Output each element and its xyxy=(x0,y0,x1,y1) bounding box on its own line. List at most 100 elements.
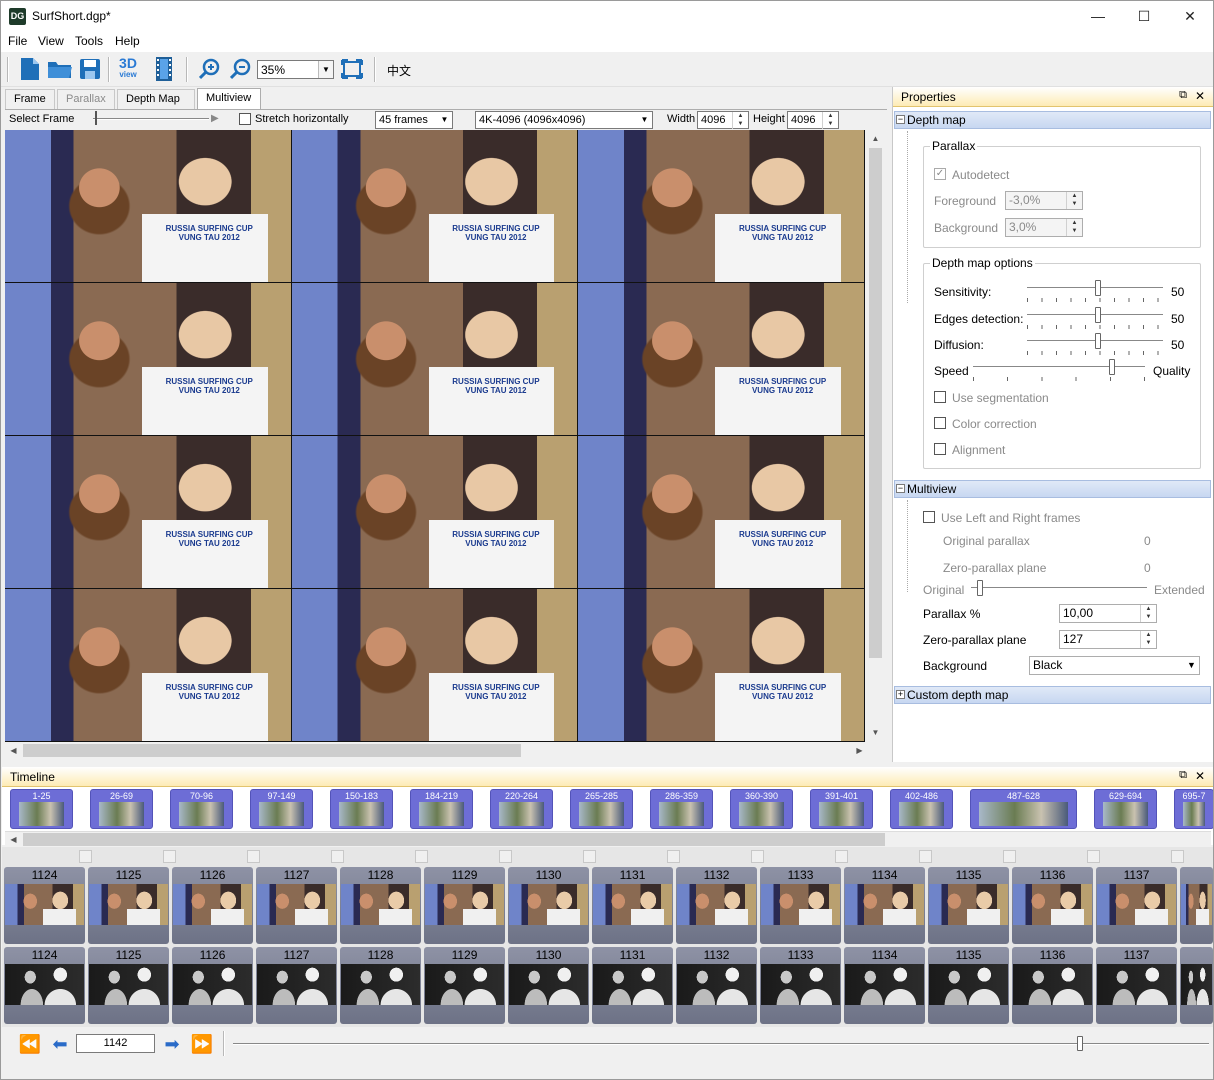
bg-select[interactable]: Black ▼ xyxy=(1029,656,1200,675)
frame-thumb-partial[interactable] xyxy=(1180,947,1213,1024)
minimize-button[interactable]: — xyxy=(1075,1,1121,32)
open-folder-icon[interactable] xyxy=(47,56,73,82)
first-frame-icon[interactable]: ⏪ xyxy=(17,1033,43,1055)
scene-item[interactable]: 184-219 xyxy=(410,789,473,829)
menu-tools[interactable]: Tools xyxy=(75,34,103,48)
frame-thumb[interactable]: 1136 xyxy=(1012,867,1093,944)
keyframe-marker[interactable] xyxy=(583,850,596,863)
diffusion-slider[interactable] xyxy=(1027,333,1163,357)
scene-item[interactable]: 695-7 xyxy=(1174,789,1213,829)
scene-item[interactable]: 1-25 xyxy=(10,789,73,829)
depth-thumb[interactable]: 1130 xyxy=(508,947,589,1024)
viewer-vertical-scrollbar[interactable]: ▲ ▼ xyxy=(867,130,885,742)
scene-item[interactable]: 360-390 xyxy=(730,789,793,829)
depth-thumb[interactable]: 1129 xyxy=(424,947,505,1024)
scroll-left-icon[interactable]: ◀ xyxy=(5,742,22,759)
scroll-left-icon[interactable]: ◀ xyxy=(5,832,22,847)
menu-view[interactable]: View xyxy=(38,34,64,48)
current-frame-input[interactable]: 1142 xyxy=(76,1034,155,1053)
menu-help[interactable]: Help xyxy=(115,34,140,48)
fit-window-icon[interactable] xyxy=(339,56,365,82)
spin-arrows-icon[interactable]: ▲ ▼ xyxy=(1140,631,1156,648)
frame-slider-thumb[interactable] xyxy=(95,111,97,125)
multiview-preview[interactable]: RUSSIA SURFING CUP VUNG TAU 2012 RUSSIA S… xyxy=(5,130,865,742)
resolution-select[interactable]: 4K-4096 (4096x4096) ▼ xyxy=(475,111,653,129)
color-correction-checkbox[interactable] xyxy=(934,417,946,429)
save-icon[interactable] xyxy=(77,56,103,82)
scene-item[interactable]: 220-264 xyxy=(490,789,553,829)
frame-thumb[interactable]: 1127 xyxy=(256,867,337,944)
speed-quality-slider[interactable] xyxy=(973,359,1145,383)
zoom-select[interactable]: 35% ▼ xyxy=(257,60,334,79)
slider-thumb[interactable] xyxy=(1095,307,1101,323)
keyframe-marker[interactable] xyxy=(835,850,848,863)
depth-thumb[interactable]: 1136 xyxy=(1012,947,1093,1024)
depth-thumb[interactable]: 1134 xyxy=(844,947,925,1024)
scene-item[interactable]: 402-486 xyxy=(890,789,953,829)
alignment-checkbox[interactable] xyxy=(934,443,946,455)
keyframe-marker[interactable] xyxy=(667,850,680,863)
next-frame-icon[interactable]: ➡ xyxy=(159,1033,185,1055)
filmstrip-icon[interactable] xyxy=(151,56,177,82)
segmentation-checkbox[interactable] xyxy=(934,391,946,403)
keyframe-marker[interactable] xyxy=(247,850,260,863)
keyframe-marker[interactable] xyxy=(163,850,176,863)
scroll-thumb[interactable] xyxy=(23,833,885,846)
keyframe-marker[interactable] xyxy=(1171,850,1184,863)
frame-thumb[interactable]: 1125 xyxy=(88,867,169,944)
slider-thumb[interactable] xyxy=(1095,333,1101,349)
tab-multiview[interactable]: Multiview xyxy=(197,88,261,110)
tab-depth-map[interactable]: Depth Map xyxy=(117,89,195,109)
scene-item[interactable]: 286-359 xyxy=(650,789,713,829)
scene-item[interactable]: 97-149 xyxy=(250,789,313,829)
depth-thumb[interactable]: 1128 xyxy=(340,947,421,1024)
maximize-button[interactable]: ☐ xyxy=(1121,1,1167,32)
new-file-icon[interactable] xyxy=(17,56,43,82)
spin-arrows-icon[interactable]: ▲ ▼ xyxy=(1066,219,1082,236)
prev-frame-icon[interactable]: ⬅ xyxy=(47,1033,73,1055)
sensitivity-slider[interactable] xyxy=(1027,280,1163,304)
scroll-thumb[interactable] xyxy=(869,148,882,658)
float-icon[interactable]: ⧉ xyxy=(1179,89,1187,102)
depth-thumb[interactable]: 1133 xyxy=(760,947,841,1024)
keyframe-marker[interactable] xyxy=(79,850,92,863)
depth-thumb[interactable]: 1125 xyxy=(88,947,169,1024)
language-button[interactable]: 中文 xyxy=(387,62,411,79)
spin-arrows-icon[interactable]: ▲ ▼ xyxy=(732,112,748,129)
frame-thumb[interactable]: 1124 xyxy=(4,867,85,944)
depth-thumb[interactable]: 1132 xyxy=(676,947,757,1024)
depth-thumb[interactable]: 1127 xyxy=(256,947,337,1024)
last-frame-icon[interactable]: ⏩ xyxy=(189,1033,215,1055)
float-icon[interactable]: ⧉ xyxy=(1179,769,1187,782)
spin-arrows-icon[interactable]: ▲ ▼ xyxy=(1066,192,1082,209)
frame-thumb[interactable]: 1128 xyxy=(340,867,421,944)
slider-thumb[interactable] xyxy=(1077,1036,1083,1051)
autodetect-checkbox[interactable]: ✓ xyxy=(934,168,946,180)
frame-slider[interactable]: ▶ xyxy=(93,111,219,127)
close-icon[interactable]: ✕ xyxy=(1195,89,1205,103)
keyframe-marker[interactable] xyxy=(331,850,344,863)
spin-arrows-icon[interactable]: ▲ ▼ xyxy=(1140,605,1156,622)
keyframe-marker[interactable] xyxy=(751,850,764,863)
slider-thumb[interactable] xyxy=(977,580,983,596)
spin-arrows-icon[interactable]: ▲ ▼ xyxy=(822,112,838,129)
frame-thumb[interactable]: 1130 xyxy=(508,867,589,944)
scroll-up-icon[interactable]: ▲ xyxy=(867,130,884,147)
frame-thumb[interactable]: 1131 xyxy=(592,867,673,944)
keyframe-marker[interactable] xyxy=(1087,850,1100,863)
custom-depth-map-section[interactable]: + Custom depth map xyxy=(894,686,1211,704)
original-extended-slider[interactable] xyxy=(971,580,1147,598)
frame-thumb[interactable]: 1134 xyxy=(844,867,925,944)
depth-thumb[interactable]: 1131 xyxy=(592,947,673,1024)
zoom-out-icon[interactable] xyxy=(228,56,254,82)
scroll-thumb[interactable] xyxy=(23,744,521,757)
view-3d-icon[interactable]: 3D view xyxy=(114,56,142,82)
frame-thumb[interactable]: 1126 xyxy=(172,867,253,944)
stretch-checkbox[interactable] xyxy=(239,113,251,125)
slider-thumb[interactable] xyxy=(1109,359,1115,375)
timeline-slider[interactable] xyxy=(233,1036,1209,1053)
tab-frame[interactable]: Frame xyxy=(5,89,55,109)
zoom-in-icon[interactable] xyxy=(197,56,223,82)
collapse-icon[interactable]: − xyxy=(896,484,905,493)
frame-thumb[interactable]: 1129 xyxy=(424,867,505,944)
